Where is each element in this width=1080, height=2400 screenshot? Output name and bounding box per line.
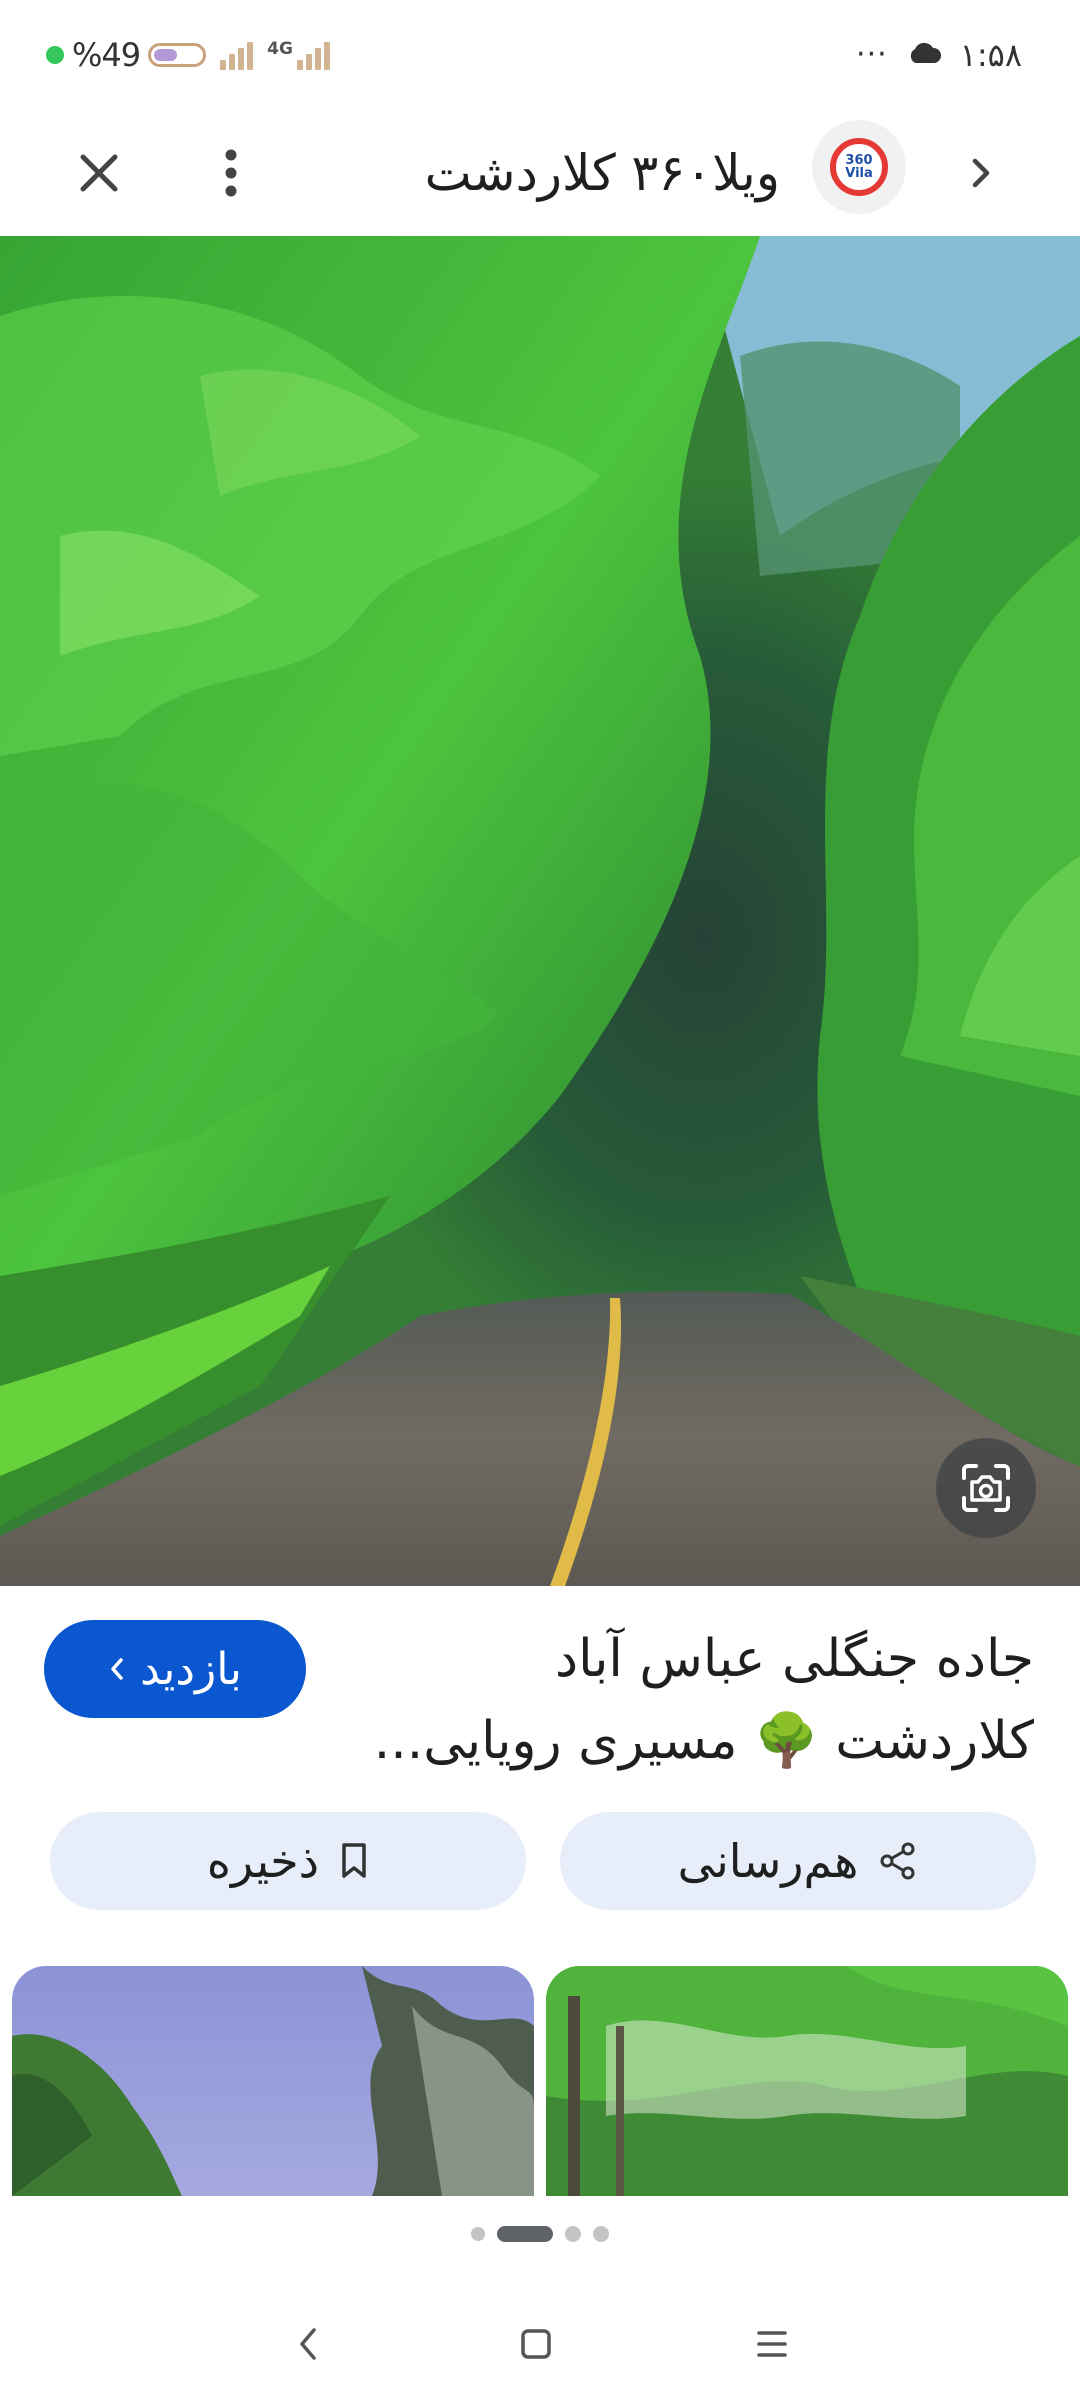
bookmark-icon <box>342 1843 366 1878</box>
app-bar: ویلا۳۶۰ کلاردشت 360 Vila <box>0 110 1080 236</box>
logo-text-line2: Vila <box>845 165 873 181</box>
pager-dot-1[interactable] <box>471 2227 485 2241</box>
status-bar: %49 4G ··· ۱:۵۸ <box>0 0 1080 110</box>
caption-line-2: کلاردشت 🌳 مسیری رویایی... <box>374 1711 1034 1771</box>
related-image-2[interactable] <box>546 1966 1068 2196</box>
save-button-label: ذخیره <box>206 1834 320 1888</box>
visit-button-label: بازدید <box>140 1643 242 1695</box>
system-nav-bar <box>0 2290 1080 2400</box>
share-icon <box>880 1842 915 1880</box>
carousel-pager <box>0 2226 1080 2242</box>
signal-icon <box>220 40 254 70</box>
close-button[interactable] <box>66 140 132 206</box>
back-icon <box>300 2328 316 2360</box>
pager-dot-2-active[interactable] <box>497 2226 553 2242</box>
lens-camera-icon <box>962 1464 1010 1512</box>
battery-status-dot <box>46 46 64 64</box>
cloud-icon <box>906 41 942 69</box>
logo-text-line1: 360 <box>845 152 873 168</box>
related-image-1-illustration <box>12 1966 534 2196</box>
battery-fill <box>154 49 178 61</box>
chevron-right-icon <box>972 158 990 188</box>
clock: ۱:۵۸ <box>959 36 1022 74</box>
share-button[interactable]: هم‌رسانی <box>560 1812 1036 1910</box>
site-logo-badge: 360 Vila <box>830 138 888 196</box>
related-image-2-illustration <box>546 1966 1068 2196</box>
forest-road-image[interactable] <box>0 236 1080 1586</box>
chevron-left-icon <box>111 1658 123 1680</box>
nav-recents-button[interactable] <box>742 2314 802 2374</box>
more-vert-icon <box>225 149 237 197</box>
more-notifications-icon: ··· <box>856 37 888 72</box>
forward-button[interactable] <box>948 140 1014 206</box>
related-image-1[interactable] <box>12 1966 534 2196</box>
signal-icon-2 <box>296 40 330 70</box>
forest-road-illustration <box>0 236 1080 1586</box>
caption-line-1: جاده جنگلی عباس آباد <box>554 1629 1034 1689</box>
lens-search-button[interactable] <box>936 1438 1036 1538</box>
status-left-group: %49 4G <box>46 30 330 80</box>
pager-dot-3[interactable] <box>565 2226 581 2242</box>
battery-percent: %49 <box>72 36 141 74</box>
save-button[interactable]: ذخیره <box>50 1812 526 1910</box>
site-logo[interactable]: 360 Vila <box>812 120 906 214</box>
battery-icon <box>148 43 207 67</box>
result-caption[interactable]: جاده جنگلی عباس آباد کلاردشت 🌳 مسیری روی… <box>374 1618 1034 1782</box>
home-icon <box>521 2329 551 2359</box>
visit-button[interactable]: بازدید <box>44 1620 306 1718</box>
pager-dot-4[interactable] <box>593 2226 609 2242</box>
share-button-label: هم‌رسانی <box>677 1834 859 1888</box>
close-icon <box>80 154 118 192</box>
nav-back-button[interactable] <box>278 2314 338 2374</box>
nav-home-button[interactable] <box>506 2314 566 2374</box>
more-options-button[interactable] <box>198 140 264 206</box>
page-title: ویلا۳۶۰ کلاردشت <box>424 144 780 202</box>
recents-menu-icon <box>757 2331 787 2357</box>
network-type: 4G <box>267 39 293 59</box>
status-right-group: ··· ۱:۵۸ <box>856 30 1022 80</box>
